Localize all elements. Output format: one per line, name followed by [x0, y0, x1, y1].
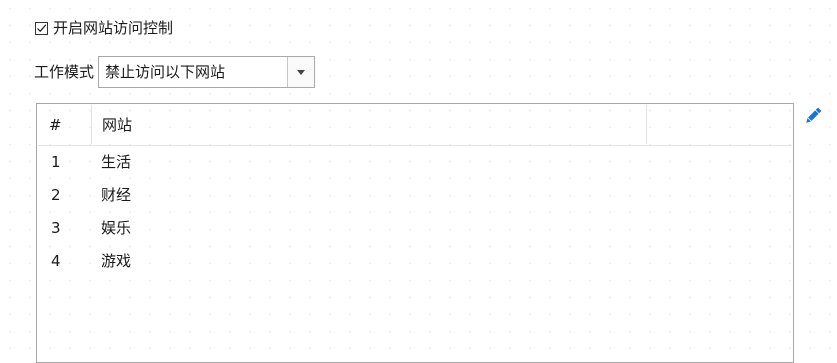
column-divider[interactable] [646, 105, 647, 144]
row-index: 1 [51, 153, 61, 171]
work-mode-value: 禁止访问以下网站 [105, 63, 226, 81]
row-site: 生活 [101, 153, 132, 171]
enable-access-control-checkbox[interactable]: 开启网站访问控制 [35, 17, 173, 39]
checkbox-box[interactable] [35, 21, 48, 35]
row-index: 3 [51, 219, 61, 237]
column-header-site[interactable]: 网站 [102, 115, 132, 135]
checkmark-icon [37, 23, 47, 32]
row-site: 财经 [101, 186, 132, 204]
edit-button[interactable] [802, 105, 824, 127]
table-row[interactable]: 3 娱乐 [37, 213, 793, 246]
site-list[interactable]: # 网站 1 生活 2 财经 3 娱乐 4 游戏 [36, 103, 794, 363]
pencil-icon [806, 107, 822, 123]
row-index: 4 [51, 252, 61, 270]
row-site: 娱乐 [101, 219, 132, 237]
list-header: # 网站 [38, 104, 792, 146]
table-row[interactable]: 4 游戏 [37, 246, 793, 279]
work-mode-label: 工作模式 [34, 63, 95, 81]
dropdown-button[interactable] [287, 57, 315, 87]
chevron-down-icon [297, 69, 306, 75]
row-index: 2 [51, 186, 61, 204]
list-rows: 1 生活 2 财经 3 娱乐 4 游戏 [37, 147, 793, 279]
work-mode-select[interactable]: 禁止访问以下网站 [98, 56, 316, 88]
table-row[interactable]: 1 生活 [37, 147, 793, 180]
row-site: 游戏 [101, 252, 132, 270]
work-mode-row: 工作模式 禁止访问以下网站 [34, 55, 316, 89]
column-header-index[interactable]: # [49, 115, 62, 135]
column-divider[interactable] [91, 105, 92, 144]
enable-access-control-label: 开启网站访问控制 [53, 19, 174, 37]
table-row[interactable]: 2 财经 [37, 180, 793, 213]
